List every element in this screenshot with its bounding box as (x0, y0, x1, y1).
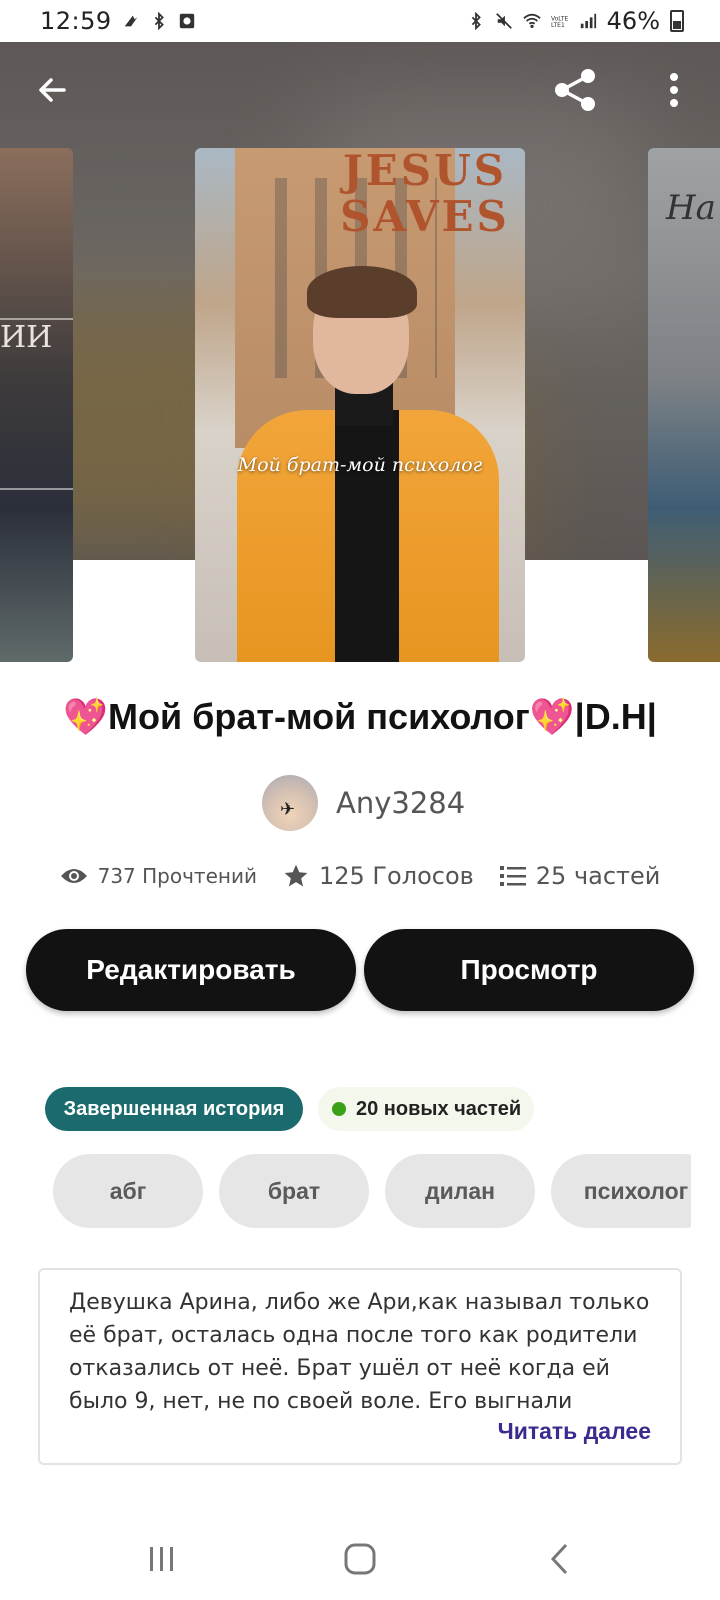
reads-count: 737 Прочтений (97, 864, 257, 888)
status-left: 12:59 (40, 7, 196, 35)
recent-apps-icon (150, 1547, 173, 1571)
new-parts-badge: 20 новых частей (318, 1087, 534, 1131)
chevron-left-icon (550, 1543, 568, 1575)
arrow-left-icon (39, 78, 66, 102)
bluetooth-icon (154, 12, 164, 30)
read-more-link[interactable]: Читать далее (498, 1418, 651, 1445)
tags-row: абг брат дилан психолог (53, 1154, 691, 1228)
cover-title: Мой брат-мой психолог (237, 454, 483, 476)
battery-icon (670, 10, 684, 32)
recent-apps-button[interactable] (132, 1534, 192, 1584)
volte-lte-icon: VoLTELTE1 (551, 15, 568, 29)
mute-icon (495, 13, 512, 29)
story-stats: 737 Прочтений 125 Голосов 25 частей (0, 862, 720, 890)
battery-percent: 46% (606, 7, 660, 35)
home-icon (344, 1543, 376, 1575)
author-link[interactable]: ✈ Any3284 (262, 775, 465, 831)
status-bar: 12:59 VoLTE LTE1 46% (0, 0, 720, 42)
status-dot-icon (332, 1102, 346, 1116)
edit-button[interactable]: Редактировать (26, 929, 356, 1011)
tag-chip[interactable]: дилан (385, 1154, 535, 1228)
eye-icon (60, 869, 87, 883)
status-time: 12:59 (40, 7, 112, 35)
list-icon (499, 866, 526, 886)
share-button[interactable] (548, 62, 604, 118)
preview-button[interactable]: Просмотр (364, 929, 694, 1011)
gesture-icon (124, 15, 137, 27)
status-right: VoLTE LTE1 46% (467, 7, 684, 35)
plane-icon: ✈ (280, 799, 296, 820)
cover-hair (307, 266, 417, 318)
tag-chip[interactable]: брат (219, 1154, 369, 1228)
cover-shirt (335, 410, 399, 662)
screen-record-icon (179, 13, 194, 29)
cover-previous[interactable]: ИИ (0, 148, 73, 662)
stat-parts[interactable]: 25 частей (499, 862, 661, 890)
parts-count: 25 частей (535, 862, 661, 890)
more-options-button[interactable] (646, 62, 702, 118)
tag-chip[interactable]: абг (53, 1154, 203, 1228)
author-name: Any3284 (336, 786, 466, 820)
share-icon (555, 69, 595, 111)
cover-next[interactable]: На (648, 148, 720, 662)
cover-next-text: На (666, 188, 716, 228)
svg-text:VoLTE: VoLTE (551, 15, 568, 22)
tag-chip[interactable]: психолог (551, 1154, 691, 1228)
completed-badge: Завершенная история (45, 1087, 303, 1131)
back-button[interactable] (24, 62, 80, 118)
stat-votes: 125 Голосов (283, 862, 474, 890)
wifi-icon (522, 13, 541, 29)
bluetooth-icon (471, 12, 481, 30)
back-nav-button[interactable] (530, 1534, 590, 1584)
story-title: 💖Мой брат-мой психолог💖|D.H| (63, 696, 657, 737)
description-text: Девушка Арина, либо же Ари,как называл т… (69, 1290, 650, 1414)
cover-previous-text: ИИ (0, 320, 53, 355)
svg-text:LTE1: LTE1 (551, 22, 565, 29)
avatar: ✈ (262, 775, 318, 831)
star-icon (284, 864, 308, 887)
stat-reads: 737 Прочтений (60, 864, 257, 888)
cover-divider (0, 488, 73, 490)
new-parts-label: 20 новых частей (356, 1097, 522, 1120)
cover-current[interactable]: JESUS SAVES Мой брат-мой психолог (195, 148, 525, 662)
votes-count: 125 Голосов (318, 862, 474, 890)
cover-sign: JESUS SAVES (340, 148, 510, 241)
system-nav-bar (0, 1520, 720, 1600)
more-vertical-icon (670, 73, 678, 107)
description-box: Девушка Арина, либо же Ари,как называл т… (38, 1268, 682, 1465)
signal-icon (580, 13, 596, 29)
home-button[interactable] (330, 1534, 390, 1584)
